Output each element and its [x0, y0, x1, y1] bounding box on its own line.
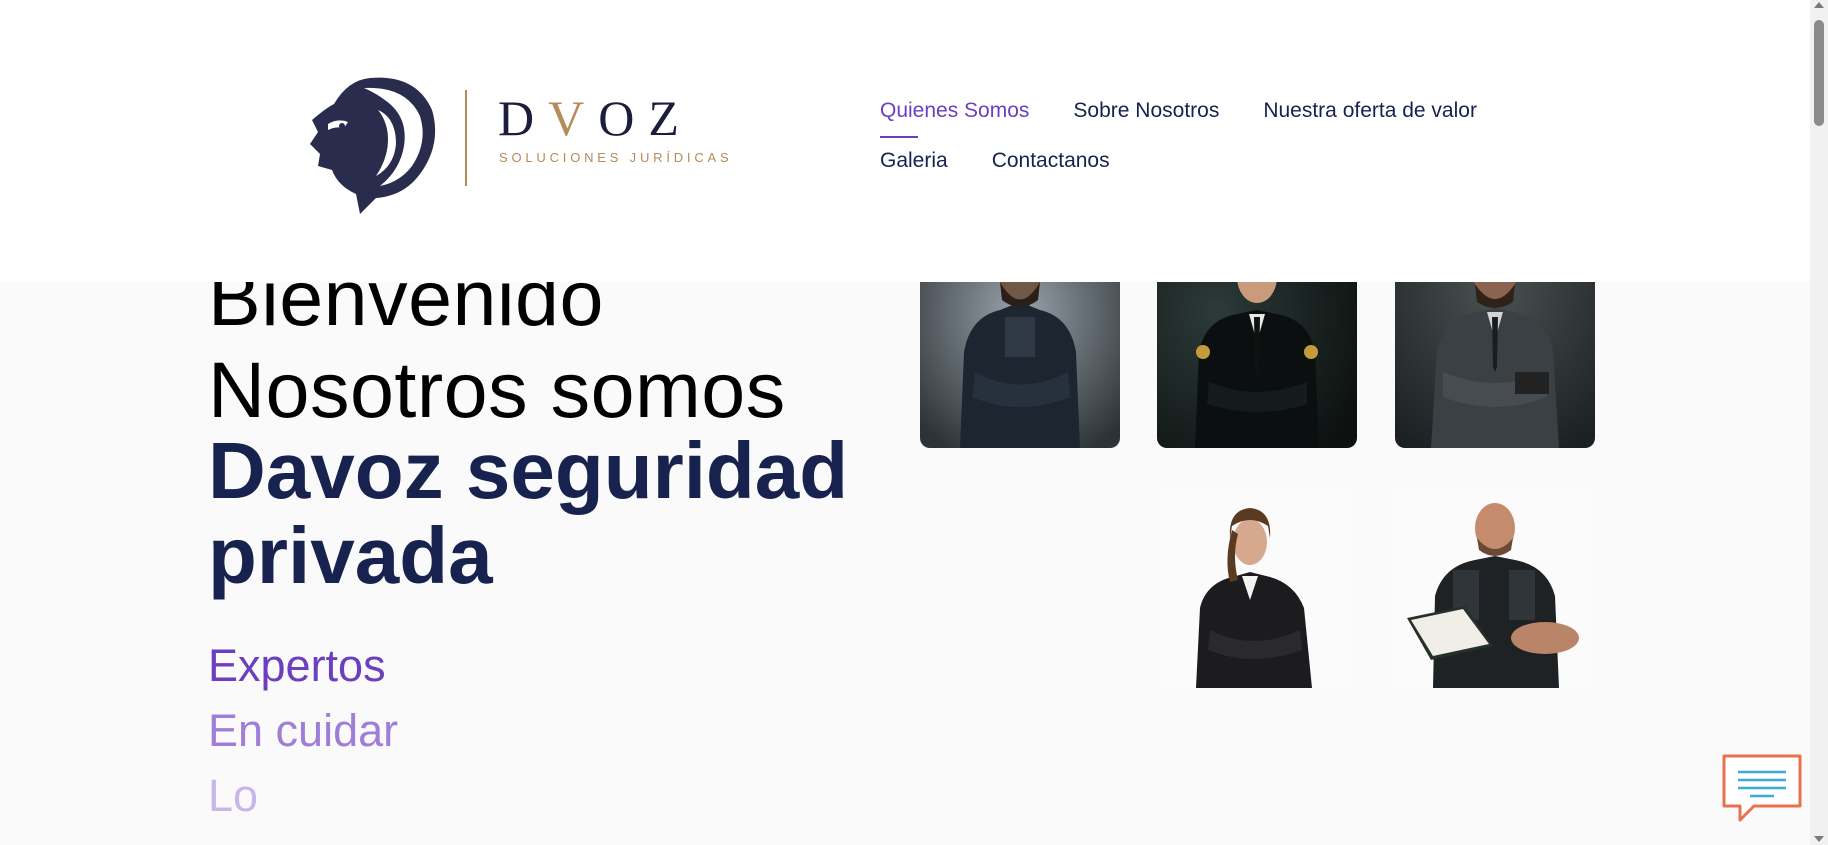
gallery-photo-4: [1158, 490, 1354, 688]
nav-item-contactanos[interactable]: Contactanos: [992, 148, 1110, 174]
gallery-photo-5: [1395, 488, 1593, 688]
chat-bubble-icon: [1722, 754, 1802, 822]
rotating-word-3: Lo: [208, 770, 259, 821]
chat-widget-button[interactable]: [1720, 752, 1804, 824]
nav-item-quienes-somos[interactable]: Quienes Somos: [880, 98, 1029, 138]
we-are-heading: Nosotros somos: [208, 345, 786, 434]
main-nav: Quienes Somos Sobre Nosotros Nuestra ofe…: [880, 98, 1520, 198]
page-scrollbar[interactable]: [1810, 0, 1828, 845]
nav-item-oferta-de-valor[interactable]: Nuestra oferta de valor: [1263, 98, 1477, 124]
scroll-up-arrow-icon[interactable]: [1814, 2, 1824, 8]
site-header: DVOZ SOLUCIONES JURÍDICAS Quienes Somos …: [0, 0, 1810, 282]
logo-wordmark: DVOZ: [498, 90, 693, 146]
company-name-line-2: privada: [208, 511, 493, 600]
rotating-word-1: Expertos: [208, 640, 386, 691]
site-logo[interactable]: DVOZ SOLUCIONES JURÍDICAS: [308, 74, 729, 214]
nav-item-sobre-nosotros[interactable]: Sobre Nosotros: [1073, 98, 1219, 124]
logo-tagline: SOLUCIONES JURÍDICAS: [499, 150, 733, 165]
company-name-heading: Davoz seguridad privada: [208, 428, 848, 598]
company-name-line-1: Davoz seguridad: [208, 426, 849, 515]
logo-divider: [465, 90, 467, 186]
scroll-down-arrow-icon[interactable]: [1814, 836, 1824, 842]
rotating-word-2: En cuidar: [208, 705, 399, 756]
scrollbar-thumb[interactable]: [1814, 20, 1824, 126]
nav-item-galeria[interactable]: Galeria: [880, 148, 948, 174]
lion-head-icon: [310, 77, 436, 214]
